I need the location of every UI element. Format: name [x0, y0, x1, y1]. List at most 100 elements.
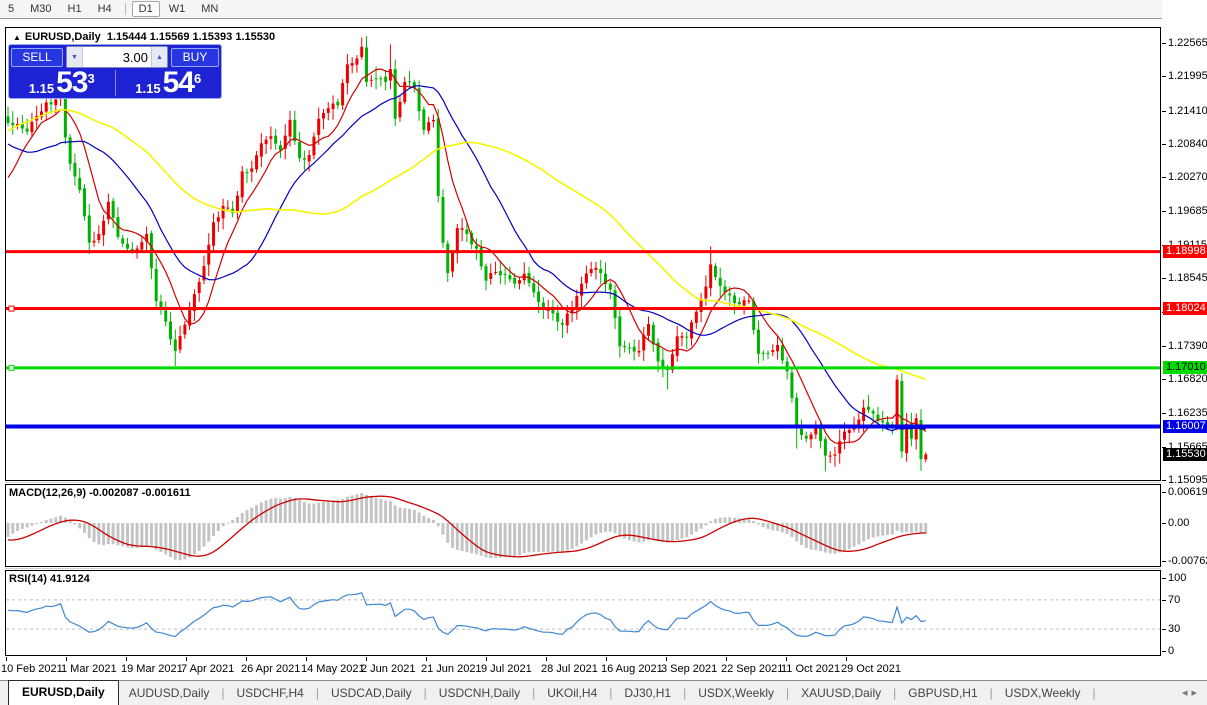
rsi-tick-label: 0	[1168, 645, 1174, 657]
ohlc-low: 1.15393	[193, 31, 233, 43]
date-label: 16 Aug 2021	[601, 663, 663, 675]
price-tick-mark	[1162, 379, 1166, 380]
tab-scroll-arrows[interactable]: ◂▸	[1182, 686, 1201, 699]
date-tick-mark	[606, 657, 607, 661]
price-tick-mark	[1162, 111, 1166, 112]
time-axis: 10 Feb 20211 Mar 202119 Mar 20217 Apr 20…	[0, 657, 1162, 679]
candlestick-series	[7, 36, 928, 471]
macd-histogram	[7, 493, 928, 560]
rsi-tick-mark	[1162, 651, 1166, 652]
collapse-arrow-icon[interactable]: ▲	[13, 33, 21, 42]
ohlc-open: 1.15444	[107, 31, 147, 43]
price-tick-label: 1.20840	[1168, 138, 1207, 150]
ohlc-close: 1.15530	[235, 31, 275, 43]
price-tick-mark	[1162, 480, 1166, 481]
volume-increase-button[interactable]: ▲	[151, 47, 167, 67]
price-tick-label: 1.19685	[1168, 205, 1207, 217]
date-label: 22 Sep 2021	[721, 663, 783, 675]
timeframe-button-mn[interactable]: MN	[194, 1, 225, 17]
rsi-tick-mark	[1162, 578, 1166, 579]
rsi-tick-mark	[1162, 629, 1166, 630]
price-badge-1.18024: 1.18024	[1163, 302, 1207, 315]
tab-scroll-right-icon[interactable]: ▸	[1191, 687, 1201, 699]
date-label: 1 Mar 2021	[61, 663, 117, 675]
price-tick-mark	[1162, 177, 1166, 178]
price-badge-1.18998: 1.18998	[1163, 245, 1207, 258]
tab-eurusd-daily[interactable]: EURUSD,Daily	[8, 680, 119, 705]
tab-usdcnh-daily[interactable]: USDCNH,Daily	[429, 682, 530, 705]
price-tick-mark	[1162, 413, 1166, 414]
macd-tick-label: -0.00762	[1168, 555, 1207, 567]
macd-label: MACD(12,26,9) -0.002087 -0.001611	[9, 487, 191, 499]
tab-dj30-h1[interactable]: DJ30,H1	[614, 682, 681, 705]
timeframe-button-h4[interactable]: H4	[91, 1, 119, 17]
timeframe-button-w1[interactable]: W1	[162, 1, 193, 17]
volume-input[interactable]: 3.00	[83, 50, 151, 65]
price-badge-1.16007: 1.16007	[1163, 420, 1207, 433]
ask-price-sup: 6	[194, 74, 201, 84]
tab-separator: |	[607, 682, 614, 705]
bid-price-sup: 3	[87, 74, 94, 84]
tab-gbpusd-h1[interactable]: GBPUSD,H1	[898, 682, 987, 705]
buy-button[interactable]: BUY	[171, 48, 219, 67]
price-tick-label: 1.18545	[1168, 272, 1207, 284]
price-tick-label: 1.20270	[1168, 171, 1207, 183]
macd-tick-mark	[1162, 492, 1166, 493]
price-tick-mark	[1162, 346, 1166, 347]
date-tick-mark	[246, 657, 247, 661]
bid-price[interactable]: 1.15 53 3	[9, 68, 115, 98]
macd-tick-label: 0.00	[1168, 517, 1189, 529]
tab-separator: |	[219, 682, 226, 705]
tab-separator: |	[1091, 682, 1098, 705]
date-tick-mark	[6, 657, 7, 661]
chart-tab-bar: EURUSD,DailyAUDUSD,Daily|USDCHF,H4|USDCA…	[0, 680, 1207, 705]
price-badge-1.15530: 1.15530	[1163, 448, 1207, 461]
date-label: 11 Oct 2021	[781, 663, 840, 675]
date-tick-mark	[366, 657, 367, 661]
bid-price-small: 1.15	[29, 81, 54, 96]
ask-price[interactable]: 1.15 54 6	[116, 68, 222, 98]
date-label: 28 Jul 2021	[541, 663, 598, 675]
volume-spinner: ▼ 3.00 ▲	[66, 46, 168, 68]
date-tick-mark	[786, 657, 787, 661]
panel-splitter[interactable]	[5, 568, 1161, 569]
tab-usdcad-daily[interactable]: USDCAD,Daily	[321, 682, 422, 705]
rsi-label: RSI(14) 41.9124	[9, 573, 90, 585]
macd-tick-mark	[1162, 523, 1166, 524]
chart-title: ▲ EURUSD,Daily 1.15444 1.15569 1.15393 1.…	[13, 31, 275, 43]
date-label: 3 Sep 2021	[661, 663, 717, 675]
tab-usdx-weekly[interactable]: USDX,Weekly	[995, 682, 1091, 705]
date-tick-mark	[846, 657, 847, 661]
tab-usdchf-h4[interactable]: USDCHF,H4	[227, 682, 314, 705]
price-badge-1.17010: 1.17010	[1163, 361, 1207, 374]
line-handle[interactable]	[9, 306, 14, 311]
date-tick-mark	[306, 657, 307, 661]
macd-tick-label: 0.006193	[1168, 486, 1207, 498]
timeframe-button-5[interactable]: 5	[1, 1, 21, 17]
timeframe-button-h1[interactable]: H1	[61, 1, 89, 17]
sell-button[interactable]: SELL	[11, 48, 63, 67]
price-tick-label: 1.17390	[1168, 340, 1207, 352]
volume-decrease-button[interactable]: ▼	[67, 47, 83, 67]
date-tick-mark	[66, 657, 67, 661]
tab-separator: |	[891, 682, 898, 705]
date-label: 2 Jun 2021	[361, 663, 415, 675]
tab-audusd-daily[interactable]: AUDUSD,Daily	[119, 682, 220, 705]
panel-splitter[interactable]	[5, 482, 1161, 483]
ohlc-high: 1.15569	[150, 31, 190, 43]
ask-price-big: 54	[163, 70, 194, 96]
chart-symbol: EURUSD,Daily	[25, 31, 101, 43]
rsi-panel[interactable]	[5, 570, 1161, 656]
line-handle[interactable]	[9, 365, 14, 370]
tab-xauusd-daily[interactable]: XAUUSD,Daily	[791, 682, 891, 705]
timeframe-button-d1[interactable]: D1	[132, 1, 160, 17]
tab-separator: |	[784, 682, 791, 705]
tab-ukoil-h4[interactable]: UKOil,H4	[537, 682, 607, 705]
timeframe-button-m30[interactable]: M30	[23, 1, 58, 17]
date-label: 7 Apr 2021	[181, 663, 234, 675]
price-tick-label: 1.16235	[1168, 407, 1207, 419]
macd-tick-mark	[1162, 561, 1166, 562]
date-tick-mark	[546, 657, 547, 661]
tab-usdx-weekly[interactable]: USDX,Weekly	[688, 682, 784, 705]
ask-price-small: 1.15	[135, 81, 160, 96]
